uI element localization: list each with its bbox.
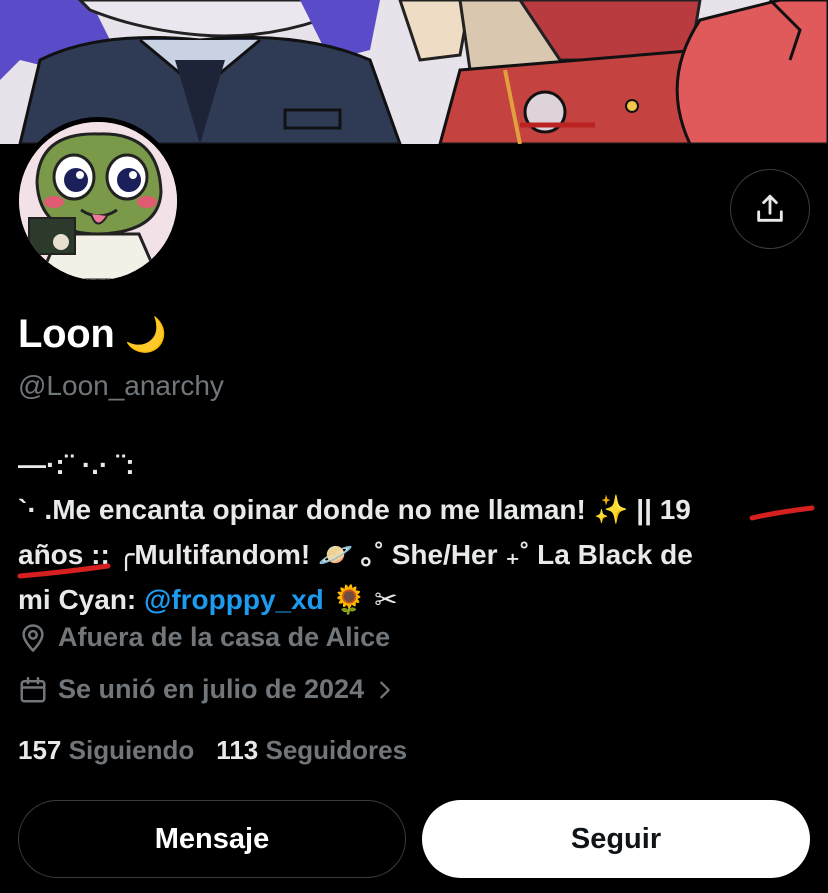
chevron-right-icon — [380, 681, 390, 698]
bio-age-number: 19 — [659, 494, 691, 525]
followers-label: Seguidores — [265, 735, 408, 765]
join-date-text: Se unió en julio de 2024 — [58, 674, 365, 704]
bio: —·:¨ ·.· ¨: `· .Me encanta opinar donde … — [18, 442, 818, 622]
bio-line-4: mi Cyan: @fropppy_xd 🌻 ✂ — [18, 577, 818, 622]
display-name: Loon — [18, 312, 115, 356]
follow-stats: 157 Siguiendo 113 Seguidores — [18, 735, 407, 766]
followers-link[interactable]: 113 Seguidores — [216, 735, 407, 766]
avatar[interactable] — [14, 117, 182, 285]
bio-line-3: años :: ╭Multifandom! 🪐 ｡˚ She/Her ₊˚ La… — [18, 532, 818, 577]
user-handle: @Loon_anarchy — [18, 370, 224, 401]
message-button[interactable]: Mensaje — [18, 800, 406, 878]
bio-line-1: —·:¨ ·.· ¨: — [18, 449, 135, 480]
bio-text: :: ╭Multifandom! 🪐 ｡˚ She/Her ₊˚ La Blac… — [83, 539, 693, 570]
share-button[interactable] — [730, 169, 810, 249]
bio-line-2: `· .Me encanta opinar donde no me llaman… — [18, 487, 818, 532]
share-icon — [757, 194, 783, 222]
bio-text: mi Cyan: — [18, 584, 145, 615]
bio-age-word: años — [18, 539, 84, 570]
location-text: Afuera de la casa de Alice — [58, 622, 391, 652]
mention-link[interactable]: @fropppy_xd — [144, 584, 324, 615]
bio-text: `· .Me encanta opinar donde no me llaman… — [18, 494, 660, 525]
following-count: 157 — [18, 735, 62, 765]
bio-text: 🌻 ✂ — [323, 584, 398, 615]
location-pin-icon — [22, 623, 44, 652]
join-date-row[interactable]: Se unió en julio de 2024 — [18, 674, 396, 705]
following-label: Siguiendo — [68, 735, 195, 765]
followers-count: 113 — [216, 735, 259, 765]
following-link[interactable]: 157 Siguiendo — [18, 735, 194, 766]
location-row: Afuera de la casa de Alice — [18, 622, 390, 653]
avatar-artwork — [19, 122, 177, 280]
name-row: Loon 🌙 — [18, 312, 167, 357]
follow-button[interactable]: Seguir — [422, 800, 810, 878]
calendar-icon — [20, 676, 46, 702]
moon-emoji: 🌙 — [124, 315, 167, 354]
